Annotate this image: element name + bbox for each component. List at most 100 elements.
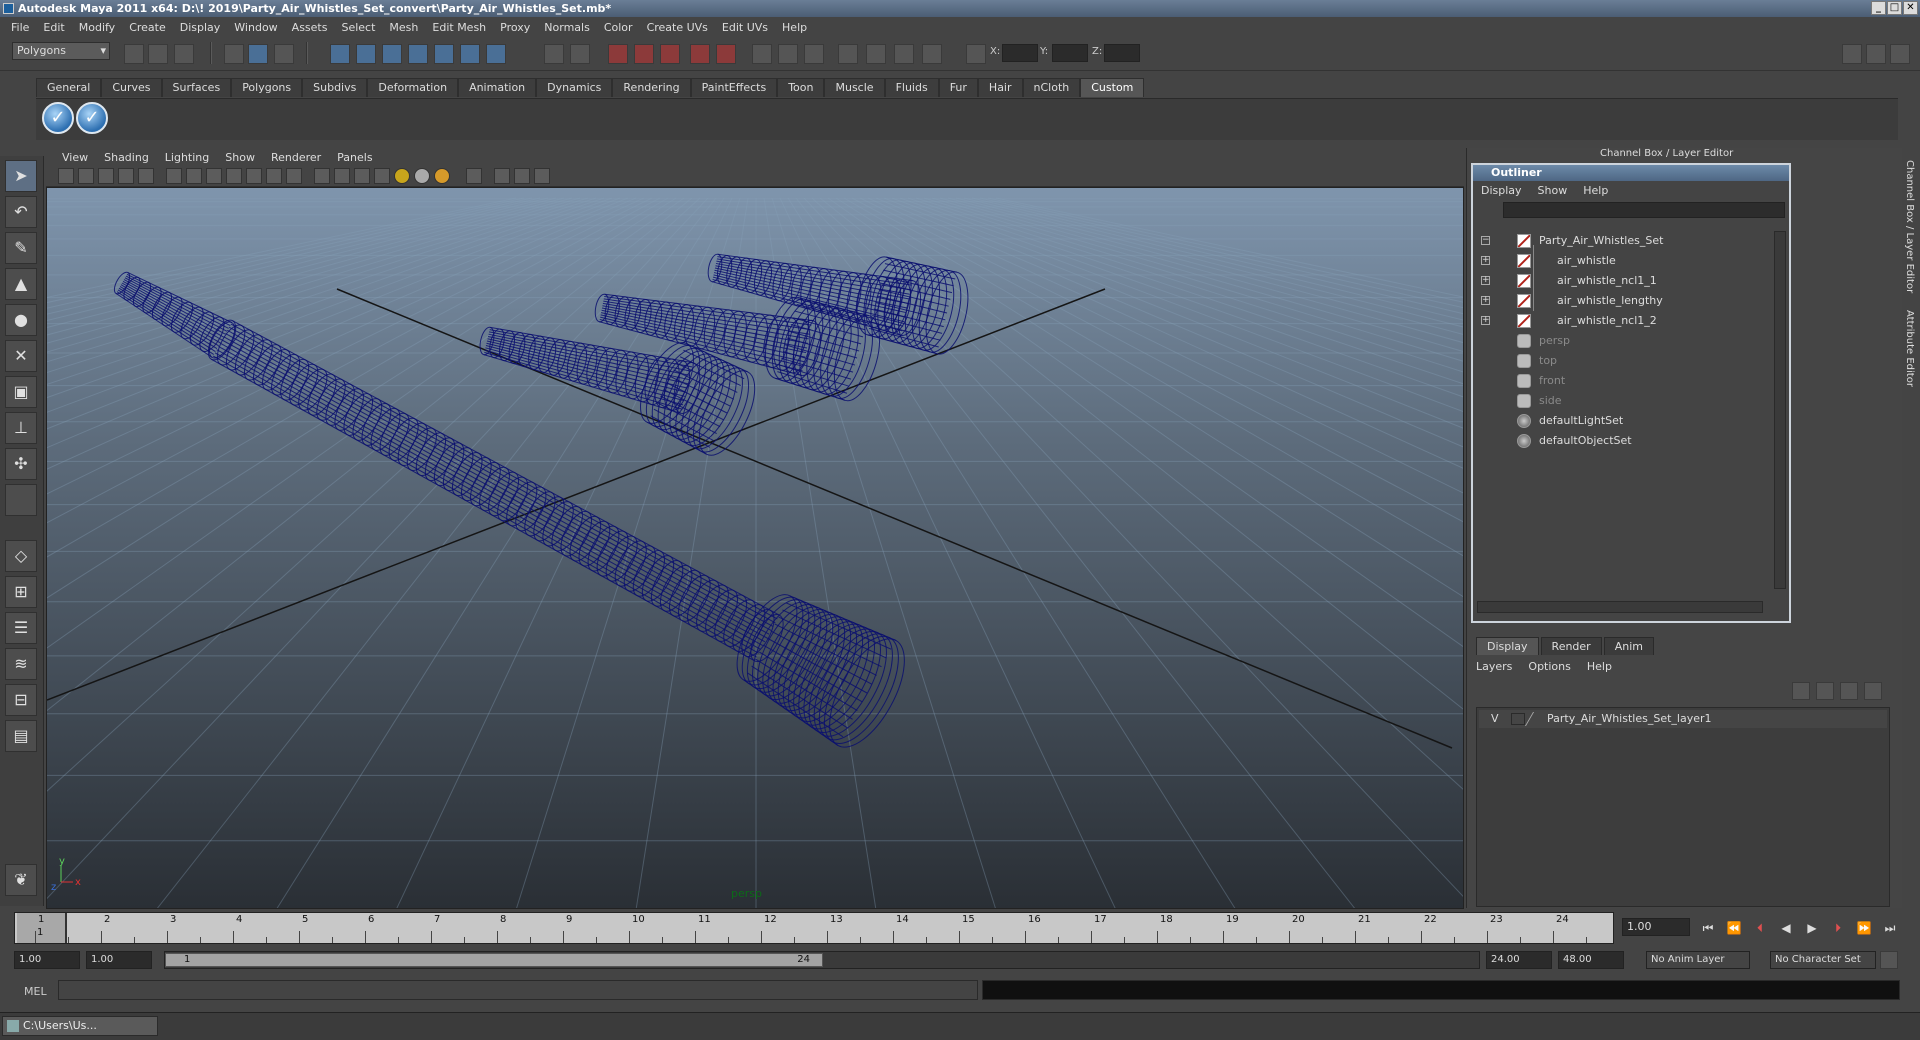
menu-window[interactable]: Window <box>227 21 284 34</box>
outliner-item[interactable]: defaultObjectSet <box>1477 431 1767 451</box>
isolate-icon[interactable] <box>494 168 510 184</box>
y-field[interactable] <box>1052 44 1088 62</box>
playback-start-field[interactable]: 1.00 <box>86 951 152 969</box>
outliner-layout-icon[interactable]: ☰ <box>5 612 37 644</box>
maya-logo-icon[interactable]: ❦ <box>5 864 37 896</box>
lasso-tool-icon[interactable]: ↶ <box>5 196 37 228</box>
scale-tool-icon[interactable]: ✕ <box>5 340 37 372</box>
range-slider[interactable]: 1 24 <box>164 951 1480 969</box>
outliner-item[interactable]: defaultLightSet <box>1477 411 1767 431</box>
new-scene-icon[interactable] <box>124 44 144 64</box>
menu-create[interactable]: Create <box>122 21 173 34</box>
select-component-icon[interactable] <box>274 44 294 64</box>
select-object-icon[interactable] <box>248 44 268 64</box>
animation-end-field[interactable]: 48.00 <box>1558 951 1624 969</box>
history-icon[interactable] <box>460 44 480 64</box>
film-gate-icon[interactable] <box>186 168 202 184</box>
lock-camera-icon[interactable] <box>78 168 94 184</box>
render-settings-icon[interactable] <box>660 44 680 64</box>
shelf-tab-fur[interactable]: Fur <box>938 78 978 97</box>
snap-curve-icon[interactable] <box>356 44 376 64</box>
outliner-menu-show[interactable]: Show <box>1538 184 1568 197</box>
safe-action-icon[interactable] <box>266 168 282 184</box>
layer-tab-render[interactable]: Render <box>1540 637 1602 655</box>
step-back-key-icon[interactable]: ⏪ <box>1724 920 1744 936</box>
layer-visibility-toggle[interactable]: V <box>1491 710 1499 728</box>
default-light-icon[interactable] <box>394 168 410 184</box>
outliner-item[interactable]: + air_whistle_lengthy <box>1477 291 1767 311</box>
select-hierarchy-icon[interactable] <box>224 44 244 64</box>
outliner-vertical-scrollbar[interactable] <box>1774 231 1786 589</box>
outliner-item[interactable]: top <box>1477 351 1767 371</box>
character-set-dropdown[interactable]: No Character Set <box>1770 951 1876 969</box>
shelf-tab-hair[interactable]: Hair <box>977 78 1023 97</box>
menu-edit[interactable]: Edit <box>36 21 71 34</box>
shelf-tab-deformation[interactable]: Deformation <box>367 78 459 97</box>
shelf-tab-subdivs[interactable]: Subdivs <box>302 78 368 97</box>
four-pane-layout-icon[interactable]: ⊞ <box>5 576 37 608</box>
select-tool-icon[interactable]: ➤ <box>5 160 37 192</box>
outliner-item[interactable]: + air_whistle_ncl1_2 <box>1477 311 1767 331</box>
current-frame-field[interactable]: 1.00 <box>1622 918 1690 936</box>
shelf-tab-ncloth[interactable]: nCloth <box>1022 78 1081 97</box>
snap-grid-icon[interactable] <box>330 44 350 64</box>
outliner-filter-field[interactable] <box>1503 202 1785 218</box>
expand-icon[interactable]: + <box>1481 276 1490 285</box>
perspective-viewport[interactable]: y x z persp <box>46 187 1464 909</box>
close-button[interactable]: ✕ <box>1903 1 1918 15</box>
z-field[interactable] <box>1104 44 1140 62</box>
single-pane-layout-icon[interactable]: ◇ <box>5 540 37 572</box>
shelf-tab-surfaces[interactable]: Surfaces <box>161 78 232 97</box>
menu-help[interactable]: Help <box>775 21 814 34</box>
grid-toggle-icon[interactable] <box>166 168 182 184</box>
animation-start-field[interactable]: 1.00 <box>14 951 80 969</box>
shelf-tab-toon[interactable]: Toon <box>777 78 825 97</box>
soft-mod-tool-icon[interactable]: ⊥ <box>5 412 37 444</box>
panel-menu-show[interactable]: Show <box>217 151 263 164</box>
relative-mode-icon[interactable] <box>922 44 942 64</box>
move-tool-icon[interactable]: ▲ <box>5 268 37 300</box>
step-back-frame-icon[interactable]: ⏴ <box>1750 920 1770 936</box>
menu-display[interactable]: Display <box>173 21 228 34</box>
graph-editor-icon[interactable] <box>838 44 858 64</box>
menu-set-dropdown[interactable]: Polygons ▾ <box>12 42 110 60</box>
move-layer-down-icon[interactable] <box>1864 682 1882 700</box>
panel-icon[interactable] <box>804 44 824 64</box>
shadows-icon[interactable] <box>434 168 450 184</box>
minimize-button[interactable]: _ <box>1871 1 1886 15</box>
custom-layout-icon[interactable]: ▤ <box>5 720 37 752</box>
panel-menu-panels[interactable]: Panels <box>329 151 380 164</box>
new-layer-selected-icon[interactable] <box>1816 682 1834 700</box>
expand-icon[interactable]: + <box>1481 256 1490 265</box>
toggle-channel-box-icon[interactable] <box>1890 44 1910 64</box>
transform-field-icon[interactable] <box>966 44 986 64</box>
outliner-menu-help[interactable]: Help <box>1583 184 1608 197</box>
shelf-tab-custom[interactable]: Custom <box>1080 78 1145 97</box>
panel-menu-lighting[interactable]: Lighting <box>157 151 217 164</box>
new-layer-empty-icon[interactable] <box>1792 682 1810 700</box>
outliner-item[interactable]: + air_whistle <box>1477 251 1767 271</box>
toggle-attribute-editor-icon[interactable] <box>1842 44 1862 64</box>
paint-select-tool-icon[interactable]: ✎ <box>5 232 37 264</box>
maximize-button[interactable]: □ <box>1887 1 1902 15</box>
layer-menu-options[interactable]: Options <box>1528 660 1570 673</box>
anim-layer-dropdown[interactable]: No Anim Layer <box>1646 951 1750 969</box>
menu-mesh[interactable]: Mesh <box>382 21 425 34</box>
hud-icon[interactable] <box>514 168 530 184</box>
layer-type-toggle[interactable] <box>1511 713 1525 725</box>
camera-icon[interactable] <box>778 44 798 64</box>
wireframe-icon[interactable] <box>314 168 330 184</box>
x-field[interactable] <box>1002 44 1038 62</box>
select-camera-icon[interactable] <box>58 168 74 184</box>
input-ops-icon[interactable] <box>570 44 590 64</box>
shelf-tab-animation[interactable]: Animation <box>458 78 537 97</box>
shelf-tab-rendering[interactable]: Rendering <box>612 78 691 97</box>
shelf-check-button-2[interactable]: ✓ <box>76 102 108 134</box>
outliner-horizontal-scrollbar[interactable] <box>1477 601 1763 613</box>
layer-color-swatch[interactable] <box>1524 712 1546 726</box>
outliner-item[interactable]: side <box>1477 391 1767 411</box>
all-lights-icon[interactable] <box>414 168 430 184</box>
smooth-shade-icon[interactable] <box>334 168 350 184</box>
wireframe-on-shaded-icon[interactable] <box>354 168 370 184</box>
go-to-end-icon[interactable]: ⏭ <box>1880 920 1900 936</box>
